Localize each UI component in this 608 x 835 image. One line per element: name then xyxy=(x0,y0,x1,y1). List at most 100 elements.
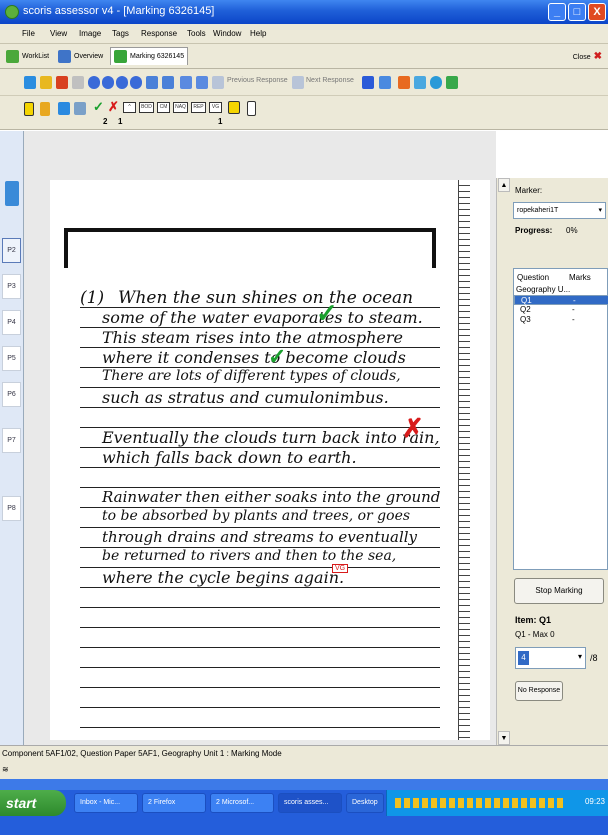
menu-file[interactable]: File xyxy=(22,29,35,38)
tab-marking[interactable]: Marking 6326145 xyxy=(110,47,189,65)
mark-input[interactable]: 4 ▾ xyxy=(515,647,586,669)
menu-help[interactable]: Help xyxy=(250,29,266,38)
cross-annotation[interactable]: ✗ xyxy=(402,413,424,444)
next-response-icon[interactable] xyxy=(292,76,304,89)
menu-tags[interactable]: Tags xyxy=(112,29,129,38)
previous-response-button[interactable]: Previous Response xyxy=(227,77,288,84)
zoom-icon[interactable] xyxy=(88,76,100,89)
rotate-right-icon[interactable] xyxy=(196,76,208,89)
task-desktop[interactable]: Desktop xyxy=(346,793,384,813)
pen-icon[interactable] xyxy=(56,76,68,89)
annotation-icon[interactable] xyxy=(398,76,410,89)
start-button[interactable]: start xyxy=(0,790,66,816)
stamp-icon[interactable] xyxy=(74,102,86,115)
tab-worklist-label: WorkList xyxy=(22,52,50,60)
settings-icon[interactable] xyxy=(430,76,442,89)
marking-panel: Marker: ropekaheri1T ▾ Progress: 0% Quest… xyxy=(510,178,608,745)
mark-icon[interactable] xyxy=(24,76,36,89)
question-row-q2[interactable]: Q2 - xyxy=(514,305,608,315)
text-tool-icon[interactable] xyxy=(247,101,256,116)
fit-height-icon[interactable] xyxy=(162,76,174,89)
help-icon[interactable] xyxy=(446,76,458,89)
start-label: start xyxy=(6,795,37,811)
page-icon[interactable] xyxy=(414,76,426,89)
tick-annotation[interactable]: ✓ xyxy=(268,344,286,370)
task-scoris[interactable]: scoris asses... xyxy=(278,793,342,813)
answer-line-9: Rainwater then either soaks into the gro… xyxy=(102,488,441,506)
question-row-q1[interactable]: Q1- xyxy=(514,295,608,305)
progress-value: 0% xyxy=(566,226,578,235)
menu-window[interactable]: Window xyxy=(213,29,241,38)
tick-tool-icon[interactable]: ✓ xyxy=(93,99,104,115)
vertical-scrollbar[interactable]: ▲ ▼ xyxy=(496,178,510,745)
tray-icons[interactable] xyxy=(395,798,565,808)
rep-annotation-button[interactable]: REP xyxy=(191,102,206,113)
vg-stamp[interactable]: VG xyxy=(332,564,349,573)
tab-worklist[interactable]: WorkList xyxy=(3,47,52,65)
answer-line-6: such as stratus and cumulonimbus. xyxy=(102,388,389,407)
menu-tools[interactable]: Tools xyxy=(187,29,206,38)
fit-width-icon[interactable] xyxy=(146,76,158,89)
highlighter-icon[interactable] xyxy=(40,102,50,116)
tick-annotation[interactable]: ✓ xyxy=(316,298,338,329)
answer-line-2: some of the water evaporates to steam. xyxy=(102,308,423,327)
pointer-icon[interactable] xyxy=(24,102,34,116)
cross-count: 1 xyxy=(118,117,123,126)
menu-view[interactable]: View xyxy=(50,29,67,38)
question-group[interactable]: Geography U... xyxy=(514,285,608,295)
zoom-in-icon[interactable] xyxy=(102,76,114,89)
zoom-fit-icon[interactable] xyxy=(130,76,142,89)
previous-response-icon[interactable] xyxy=(212,76,224,89)
answer-rule xyxy=(80,687,440,688)
rotate-left-icon[interactable] xyxy=(180,76,192,89)
marker-label: Marker: xyxy=(515,186,543,195)
page-thumb-p6[interactable]: P6 xyxy=(2,382,21,407)
page-thumb-p8[interactable]: P8 xyxy=(2,496,21,521)
scroll-up-icon[interactable]: ▲ xyxy=(498,178,510,192)
tab-overview[interactable]: Overview xyxy=(55,47,106,65)
maximize-button[interactable]: □ xyxy=(568,3,586,21)
close-window-button[interactable]: X xyxy=(588,3,606,21)
cm-annotation-button[interactable]: CM xyxy=(157,102,170,113)
task-firefox[interactable]: 2 Firefox xyxy=(142,793,206,813)
caret-annotation-icon[interactable]: ^ xyxy=(123,102,136,113)
stop-marking-button[interactable]: Stop Marking xyxy=(514,578,604,604)
other-count: 1 xyxy=(218,117,223,126)
no-response-button[interactable]: No Response xyxy=(515,681,563,701)
layout-icon[interactable] xyxy=(362,76,374,89)
page-thumb-p4[interactable]: P4 xyxy=(2,310,21,335)
tab-overview-label: Overview xyxy=(74,52,104,60)
close-tab-label: Close xyxy=(572,54,591,61)
page-thumb-p5[interactable]: P5 xyxy=(2,346,21,371)
next-response-button[interactable]: Next Response xyxy=(306,77,354,84)
close-tab-button[interactable]: Close ✖ xyxy=(573,51,602,62)
question-row-q3[interactable]: Q3 - xyxy=(514,315,608,325)
cross-tool-icon[interactable]: ✗ xyxy=(108,99,119,115)
zoom-out-icon[interactable] xyxy=(116,76,128,89)
bod-annotation-button[interactable]: BOD xyxy=(139,102,154,113)
page-thumb-p7[interactable]: P7 xyxy=(2,428,21,453)
eraser-icon[interactable] xyxy=(58,102,70,115)
flag-icon[interactable] xyxy=(40,76,52,89)
page-thumb-p3[interactable]: P3 xyxy=(2,274,21,299)
blank-icon[interactable] xyxy=(72,76,84,89)
marker-select[interactable]: ropekaheri1T ▾ xyxy=(513,202,606,219)
menu-response[interactable]: Response xyxy=(141,29,177,38)
vg-annotation-button[interactable]: VG xyxy=(209,102,222,113)
status-text: Component 5AF1/02, Question Paper 5AF1, … xyxy=(2,749,282,758)
script-viewer[interactable]: (1) When the sun shines on the ocean som… xyxy=(24,131,496,745)
scroll-down-icon[interactable]: ▼ xyxy=(498,731,510,745)
marking-icon xyxy=(114,50,127,63)
task-microsoft[interactable]: 2 Microsof... xyxy=(210,793,274,813)
chevron-down-icon[interactable]: ▾ xyxy=(578,652,582,661)
menu-image[interactable]: Image xyxy=(79,29,101,38)
highlight-tool-icon[interactable] xyxy=(228,101,240,114)
answer-line-5: There are lots of different types of clo… xyxy=(102,368,401,384)
split-view-icon[interactable] xyxy=(379,76,391,89)
task-inbox[interactable]: Inbox - Mic... xyxy=(74,793,138,813)
page-border-right xyxy=(432,228,436,268)
naq-annotation-button[interactable]: NAQ xyxy=(173,102,188,113)
minimize-button[interactable]: _ xyxy=(548,3,566,21)
page-nav-icon[interactable] xyxy=(5,181,19,206)
page-thumb-p2[interactable]: P2 xyxy=(2,238,21,263)
